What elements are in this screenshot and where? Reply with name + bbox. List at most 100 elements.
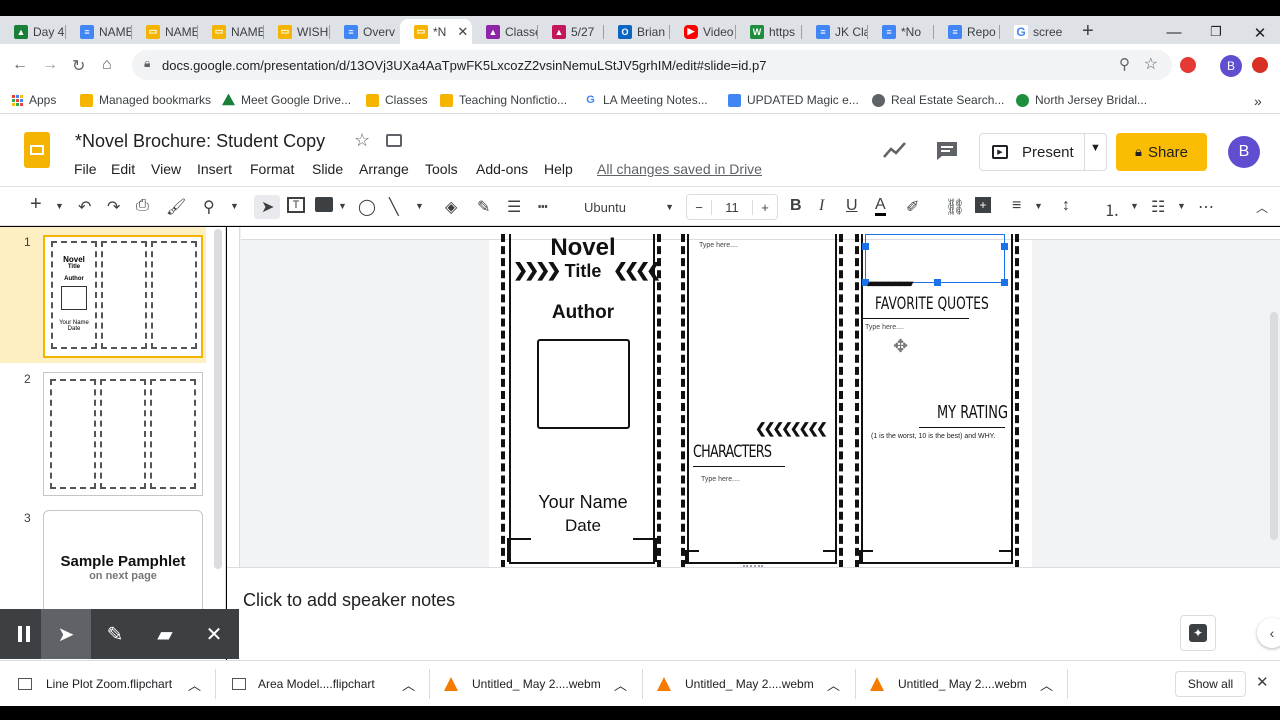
- chevron-up-icon[interactable]: ︿: [402, 675, 415, 694]
- bulleted-list-icon[interactable]: ☷: [1151, 197, 1165, 217]
- reload-icon[interactable]: ↻: [72, 56, 85, 76]
- new-tab-button[interactable]: +: [1072, 19, 1102, 44]
- zoom-icon[interactable]: ⚲: [203, 197, 215, 217]
- highlighter-icon[interactable]: ▰: [141, 609, 189, 659]
- chevron-down-icon[interactable]: ▼: [1034, 201, 1043, 211]
- chevron-down-icon[interactable]: ▼: [1090, 142, 1101, 154]
- document-title[interactable]: *Novel Brochure: Student Copy: [75, 131, 325, 152]
- browser-tab[interactable]: ▲ Day 4: [0, 19, 66, 44]
- home-icon[interactable]: ⌂: [102, 56, 112, 74]
- show-all-downloads-button[interactable]: Show all: [1175, 671, 1246, 697]
- type-here-placeholder[interactable]: Type here....: [701, 476, 740, 483]
- bookmark-item[interactable]: Classes: [366, 93, 428, 107]
- browser-tab[interactable]: ▭ WISH: [264, 19, 330, 44]
- browser-tab[interactable]: ≡ Overv: [330, 19, 400, 44]
- increase-font-size-icon[interactable]: +: [753, 200, 777, 215]
- close-icon[interactable]: ✕: [190, 609, 238, 659]
- comment-history-icon[interactable]: [935, 140, 959, 162]
- present-button[interactable]: ▶ Present ▼: [979, 133, 1107, 171]
- redo-icon[interactable]: ↷: [107, 197, 120, 217]
- select-cursor-icon[interactable]: ➤: [261, 197, 274, 217]
- chevron-down-icon[interactable]: ▼: [55, 201, 64, 211]
- menu-slide[interactable]: Slide: [312, 161, 343, 177]
- menu-edit[interactable]: Edit: [111, 161, 135, 177]
- extension-icon[interactable]: [1180, 57, 1196, 73]
- slide-date-text[interactable]: Date: [509, 516, 657, 536]
- add-comment-icon[interactable]: +: [975, 197, 991, 213]
- fill-color-icon[interactable]: ◈: [445, 197, 457, 217]
- chevron-up-icon[interactable]: ︿: [614, 675, 627, 694]
- undo-icon[interactable]: ↶: [78, 197, 91, 217]
- image-icon[interactable]: [315, 197, 333, 212]
- border-color-icon[interactable]: ✎: [477, 197, 490, 217]
- line-icon[interactable]: ╲: [389, 197, 399, 217]
- slide[interactable]: Novel ❯❯❯❯ Title ❮❮❮❮ Author Your Name D…: [489, 234, 1032, 567]
- download-item[interactable]: Untitled_ May 2....webm ︿: [643, 661, 856, 707]
- type-here-placeholder[interactable]: Type here....: [865, 324, 904, 331]
- font-size-value[interactable]: 11: [711, 199, 753, 215]
- back-icon[interactable]: ←: [12, 56, 28, 74]
- download-item[interactable]: Untitled_ May 2....webm ︿: [856, 661, 1068, 707]
- more-options-icon[interactable]: ⋯: [1198, 197, 1214, 217]
- decrease-font-size-icon[interactable]: −: [687, 200, 711, 215]
- browser-tab[interactable]: ▲Classe: [472, 19, 538, 44]
- characters-heading[interactable]: CHARACTERS: [693, 442, 772, 462]
- highlight-color-icon[interactable]: ✐: [906, 197, 919, 217]
- profile-avatar[interactable]: B: [1220, 55, 1242, 77]
- browser-tab[interactable]: ≡ JK Cla: [802, 19, 868, 44]
- my-rating-heading[interactable]: MY RATING: [937, 402, 1008, 423]
- bookmark-apps[interactable]: Apps: [12, 93, 56, 107]
- slide-title-text[interactable]: Title: [549, 261, 617, 282]
- menu-file[interactable]: File: [74, 161, 97, 177]
- account-avatar[interactable]: B: [1228, 136, 1260, 168]
- pen-icon[interactable]: ✎: [91, 609, 139, 659]
- google-slides-logo-icon[interactable]: [24, 132, 50, 168]
- browser-tab-active[interactable]: ▭ *N ✕: [400, 19, 472, 44]
- close-tab-icon[interactable]: ✕: [457, 24, 468, 40]
- close-window-button[interactable]: ✕: [1240, 24, 1280, 42]
- canvas-scrollbar[interactable]: [1270, 312, 1278, 540]
- font-size-stepper[interactable]: − 11 +: [686, 194, 778, 220]
- bookmark-item[interactable]: North Jersey Bridal...: [1016, 93, 1147, 107]
- save-status[interactable]: All changes saved in Drive: [597, 161, 762, 177]
- browser-tab[interactable]: ▶ Video: [670, 19, 736, 44]
- chevron-down-icon[interactable]: ▼: [230, 201, 239, 211]
- side-panel-toggle-icon[interactable]: ‹: [1257, 618, 1280, 648]
- more-bookmarks-icon[interactable]: »: [1254, 93, 1262, 109]
- browser-tab[interactable]: O Brian: [604, 19, 670, 44]
- bold-icon[interactable]: B: [790, 197, 802, 215]
- menu-arrange[interactable]: Arrange: [359, 161, 409, 177]
- type-here-placeholder[interactable]: Type here....: [699, 242, 738, 249]
- menu-format[interactable]: Format: [250, 161, 294, 177]
- star-icon[interactable]: ☆: [1144, 54, 1158, 74]
- browser-tab[interactable]: ▭ NAME: [198, 19, 264, 44]
- slide-author-text[interactable]: Author: [509, 302, 657, 324]
- slide-your-name-text[interactable]: Your Name: [509, 492, 657, 513]
- minimize-button[interactable]: —: [1154, 24, 1194, 41]
- chevron-up-icon[interactable]: ︿: [827, 675, 840, 694]
- forward-icon[interactable]: →: [42, 56, 58, 74]
- filmstrip-scrollbar[interactable]: [214, 229, 222, 569]
- chevron-down-icon[interactable]: ▼: [1177, 201, 1186, 211]
- bookmark-item[interactable]: Managed bookmarks: [80, 93, 211, 107]
- chevron-down-icon[interactable]: ▼: [1130, 201, 1139, 211]
- slide-thumbnail-1[interactable]: Novel Title Author Your Name Date: [43, 235, 203, 358]
- bookmark-item[interactable]: Real Estate Search...: [872, 93, 1004, 107]
- menu-insert[interactable]: Insert: [197, 161, 232, 177]
- italic-icon[interactable]: I: [819, 197, 824, 215]
- slide-novel-text[interactable]: Novel: [509, 234, 657, 262]
- shape-icon[interactable]: ◯: [358, 197, 376, 217]
- text-color-icon[interactable]: A: [875, 197, 886, 216]
- menu-view[interactable]: View: [151, 161, 181, 177]
- chevron-down-icon[interactable]: ▼: [415, 201, 424, 211]
- bookmark-item[interactable]: Meet Google Drive...: [222, 93, 351, 107]
- star-icon[interactable]: ☆: [354, 130, 370, 151]
- font-family-select[interactable]: Ubuntu ▼: [576, 195, 678, 219]
- align-icon[interactable]: ≡: [1012, 197, 1021, 215]
- chevron-up-icon[interactable]: ︿: [1040, 675, 1053, 694]
- browser-tab[interactable]: ≡ NAME: [66, 19, 132, 44]
- browser-tab[interactable]: ▲ 5/27: [538, 19, 604, 44]
- download-item[interactable]: Untitled_ May 2....webm ︿: [430, 661, 643, 707]
- zoom-icon[interactable]: ⚲: [1119, 55, 1130, 73]
- browser-tab[interactable]: ≡ Repo: [934, 19, 1000, 44]
